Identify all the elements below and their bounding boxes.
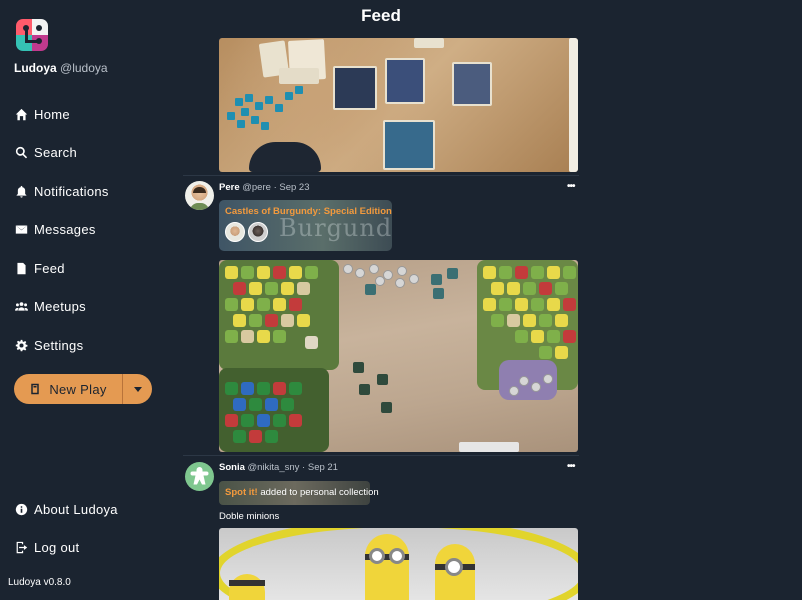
nav-item-about[interactable]: About Ludoya [14, 498, 118, 520]
bell-icon [14, 184, 28, 198]
app-name: Ludoya [14, 61, 57, 75]
page-title: Feed [361, 6, 401, 25]
gear-icon [14, 338, 28, 352]
box-art-text: Burgundy [279, 214, 392, 242]
nav-label: About Ludoya [34, 501, 118, 517]
nav-label: Meetups [34, 299, 86, 314]
new-play-label: New Play [49, 381, 107, 397]
post-photo[interactable] [219, 260, 578, 452]
search-icon [14, 146, 28, 160]
game-link[interactable]: Spot it! [225, 487, 258, 498]
group-icon [14, 300, 28, 314]
nav-label: Settings [34, 337, 84, 353]
notebook-icon [29, 383, 41, 395]
secondary-nav: About Ludoya Log out [14, 498, 118, 575]
post-header: Sonia @nikita_sny · Sep 21 [219, 462, 338, 473]
caret-down-icon [133, 386, 142, 392]
collection-card[interactable]: Spot it! added to personal collection [219, 481, 379, 505]
nav-item-messages[interactable]: Messages [14, 219, 109, 241]
game-link[interactable]: Castles of Burgundy: Special Edition [225, 206, 392, 217]
post-photo[interactable] [219, 38, 578, 172]
envelope-icon [14, 223, 28, 237]
nav-item-feed[interactable]: Feed [14, 257, 109, 279]
logout-icon [14, 541, 28, 555]
more-options-icon[interactable]: ••• [567, 461, 575, 472]
post-date[interactable]: Sep 21 [308, 462, 338, 473]
post-handle[interactable]: @nikita_sny [248, 462, 300, 473]
post-author[interactable]: Pere [219, 182, 240, 193]
ludoya-logo-icon[interactable] [16, 19, 48, 51]
sidebar: Ludoya @ludoya Home Search Notifications… [0, 0, 180, 600]
play-summary: Castles of Burgundy: Special Edition pla… [225, 206, 392, 217]
new-play-split-button: New Play [14, 374, 152, 404]
post-comment: Doble minions [219, 511, 280, 522]
nav-label: Search [34, 145, 77, 160]
nav-label: Log out [34, 540, 80, 555]
avatar[interactable] [185, 181, 214, 210]
player-avatar[interactable] [248, 222, 268, 242]
more-options-icon[interactable]: ••• [567, 181, 575, 192]
app-handle: @ludoya [60, 61, 108, 75]
brand-name: Ludoya @ludoya [14, 61, 108, 75]
post-date[interactable]: Sep 23 [279, 182, 309, 193]
nav-item-notifications[interactable]: Notifications [14, 180, 109, 202]
home-icon [14, 107, 28, 121]
nav-label: Feed [34, 260, 65, 276]
app-version: Ludoya v0.8.0 [8, 577, 71, 588]
new-play-dropdown-button[interactable] [123, 374, 152, 404]
new-play-button[interactable]: New Play [14, 374, 122, 404]
post-author[interactable]: Sonia [219, 462, 245, 473]
avatar[interactable] [185, 462, 214, 491]
player-avatar[interactable] [225, 222, 245, 242]
document-icon [14, 261, 28, 275]
nav-label: Notifications [34, 183, 109, 199]
main-nav: Home Search Notifications Messages Feed … [14, 103, 109, 373]
nav-item-meetups[interactable]: Meetups [14, 296, 109, 318]
nav-item-search[interactable]: Search [14, 142, 109, 164]
feed-list: Pere @pere · Sep 23 ••• Burgundy Castles… [183, 38, 579, 600]
post-header: Pere @pere · Sep 23 [219, 182, 310, 193]
nav-label: Home [34, 106, 70, 122]
post-handle[interactable]: @pere [242, 182, 271, 193]
play-card[interactable]: Burgundy Castles of Burgundy: Special Ed… [219, 200, 392, 251]
nav-label: Messages [34, 222, 96, 237]
nav-item-logout[interactable]: Log out [14, 537, 118, 559]
nav-item-settings[interactable]: Settings [14, 334, 109, 356]
nav-item-home[interactable]: Home [14, 103, 109, 125]
info-icon [14, 502, 28, 516]
post-photo[interactable] [219, 528, 578, 600]
collection-summary: Spot it! added to personal collection [225, 487, 379, 498]
action-text: added to personal collection [257, 487, 379, 498]
